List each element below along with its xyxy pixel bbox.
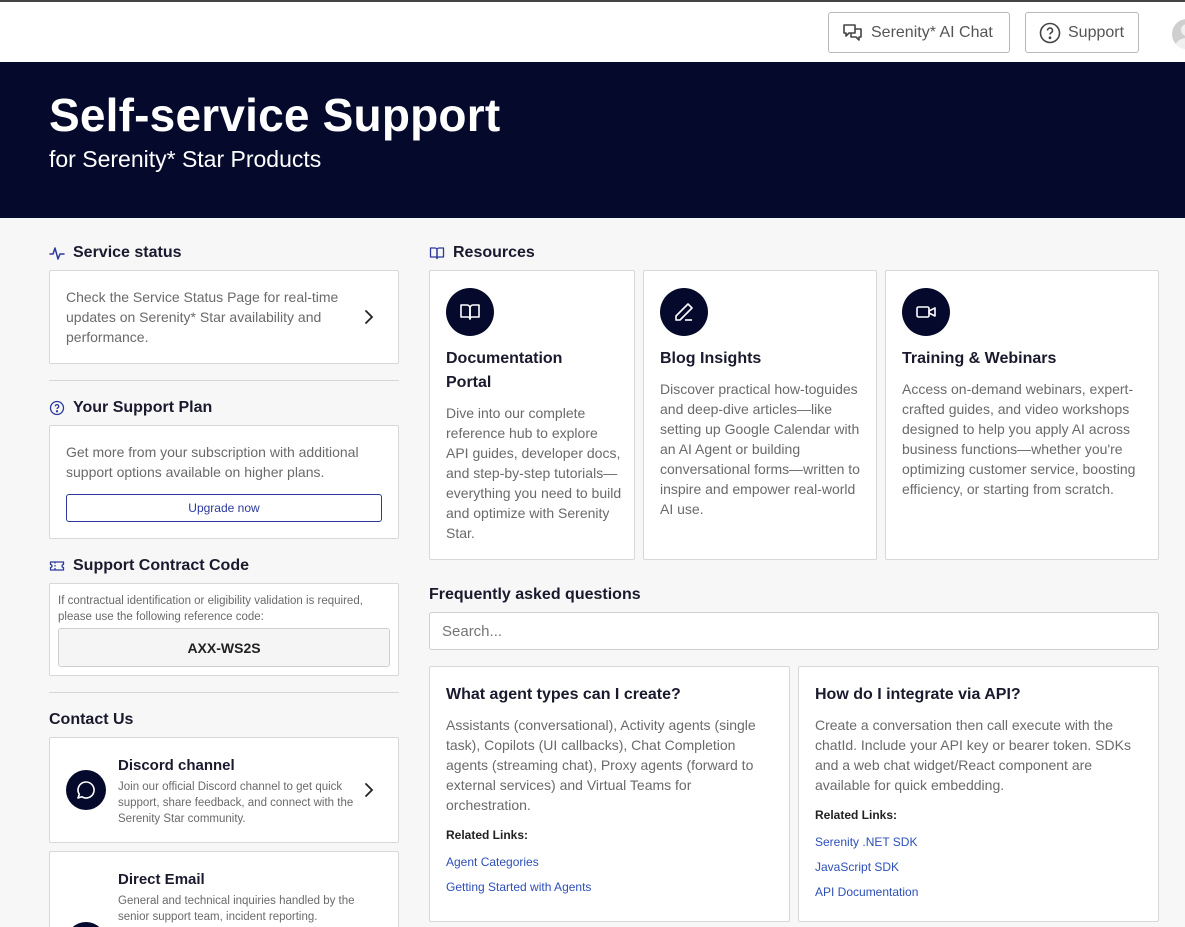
ticket-icon — [49, 561, 65, 571]
resource-icon-wrap — [446, 288, 494, 336]
faq-question: How do I integrate via API? — [815, 686, 1021, 703]
related-link[interactable]: Getting Started with Agents — [446, 880, 591, 894]
contract-code-card: If contractual identification or eligibi… — [49, 583, 399, 676]
faq-answer: Create a conversation then call execute … — [815, 717, 1131, 793]
resource-icon-wrap — [902, 288, 950, 336]
resources-heading: Resources — [429, 244, 535, 262]
divider — [49, 692, 399, 693]
activity-icon — [49, 247, 65, 260]
help-circle-icon — [1039, 22, 1061, 43]
related-links-label: Related Links: — [446, 828, 529, 842]
contract-code-heading: Support Contract Code — [49, 557, 249, 575]
faq-question: What agent types can I create? — [446, 686, 681, 703]
support-plan-text: Get more from your subscription with add… — [66, 444, 359, 480]
ai-chat-button[interactable]: Serenity* AI Chat — [828, 12, 1010, 53]
resource-title: Blog Insights — [660, 350, 762, 367]
resource-icon-wrap — [660, 288, 708, 336]
top-bar: Serenity* AI Chat Support — [0, 0, 1185, 62]
resource-title-line1: Documentation — [446, 350, 563, 367]
related-link[interactable]: JavaScript SDK — [815, 860, 899, 874]
resource-card-blog[interactable]: Blog Insights Discover practical how-tog… — [643, 270, 877, 560]
resource-body: Dive into our complete reference hub to … — [446, 405, 622, 541]
hero-banner: Self-service Support for Serenity* Star … — [0, 62, 1185, 218]
faq-card-agent-types: What agent types can I create? Assistant… — [429, 666, 790, 922]
faq-search-input[interactable] — [429, 612, 1159, 650]
resource-card-training[interactable]: Training & Webinars Access on-demand web… — [885, 270, 1159, 560]
divider — [49, 380, 399, 381]
support-button[interactable]: Support — [1025, 12, 1139, 53]
related-link[interactable]: Agent Categories — [446, 855, 539, 869]
email-avatar — [66, 922, 106, 927]
contact-heading: Contact Us — [49, 711, 134, 728]
resource-body: Discover practical how-toguides and deep… — [660, 381, 860, 517]
related-link[interactable]: API Documentation — [815, 885, 918, 899]
resource-card-documentation[interactable]: Documentation Portal Dive into our compl… — [429, 270, 635, 560]
discord-text: Join our official Discord channel to get… — [118, 781, 354, 825]
help-circle-icon — [49, 400, 65, 416]
service-status-text: Check the Service Status Page for real-t… — [66, 289, 339, 345]
related-links-label: Related Links: — [815, 808, 898, 822]
discord-avatar — [66, 770, 106, 810]
discord-title: Discord channel — [118, 757, 235, 774]
resource-title: Training & Webinars — [902, 350, 1057, 367]
discord-card[interactable]: Discord channel Join our official Discor… — [49, 737, 399, 843]
contract-code-value[interactable]: AXX-WS2S — [58, 628, 390, 667]
upgrade-now-button[interactable]: Upgrade now — [66, 494, 382, 522]
related-link[interactable]: Serenity .NET SDK — [815, 835, 917, 849]
avatar[interactable] — [1172, 19, 1185, 49]
support-label: Support — [1068, 23, 1125, 41]
service-status-card[interactable]: Check the Service Status Page for real-t… — [49, 270, 399, 364]
resource-title-line2: Portal — [446, 374, 492, 391]
support-plan-heading: Your Support Plan — [49, 399, 212, 417]
resource-body: Access on-demand webinars, expert-crafte… — [902, 381, 1136, 497]
faq-card-api: How do I integrate via API? Create a con… — [798, 666, 1159, 922]
email-text: General and technical inquiries handled … — [118, 895, 355, 923]
service-status-heading: Service status — [49, 244, 182, 262]
book-open-icon — [429, 247, 445, 260]
message-circle-icon — [77, 781, 95, 799]
chevron-right-icon — [365, 783, 374, 797]
chat-bubbles-icon — [843, 23, 862, 41]
book-icon — [460, 304, 480, 320]
faq-heading: Frequently asked questions — [429, 586, 641, 603]
ai-chat-label: Serenity* AI Chat — [871, 23, 993, 41]
support-plan-card: Get more from your subscription with add… — [49, 425, 399, 539]
video-icon — [916, 306, 936, 318]
email-title: Direct Email — [118, 871, 205, 888]
email-card[interactable]: Direct Email General and technical inqui… — [49, 851, 399, 927]
contract-code-text: If contractual identification or eligibi… — [58, 595, 363, 623]
pencil-icon — [675, 303, 693, 321]
chevron-right-icon — [365, 310, 374, 324]
faq-answer: Assistants (conversational), Activity ag… — [446, 717, 756, 813]
page-title: Self-service Support — [49, 89, 501, 141]
page-subtitle: for Serenity* Star Products — [49, 146, 322, 172]
